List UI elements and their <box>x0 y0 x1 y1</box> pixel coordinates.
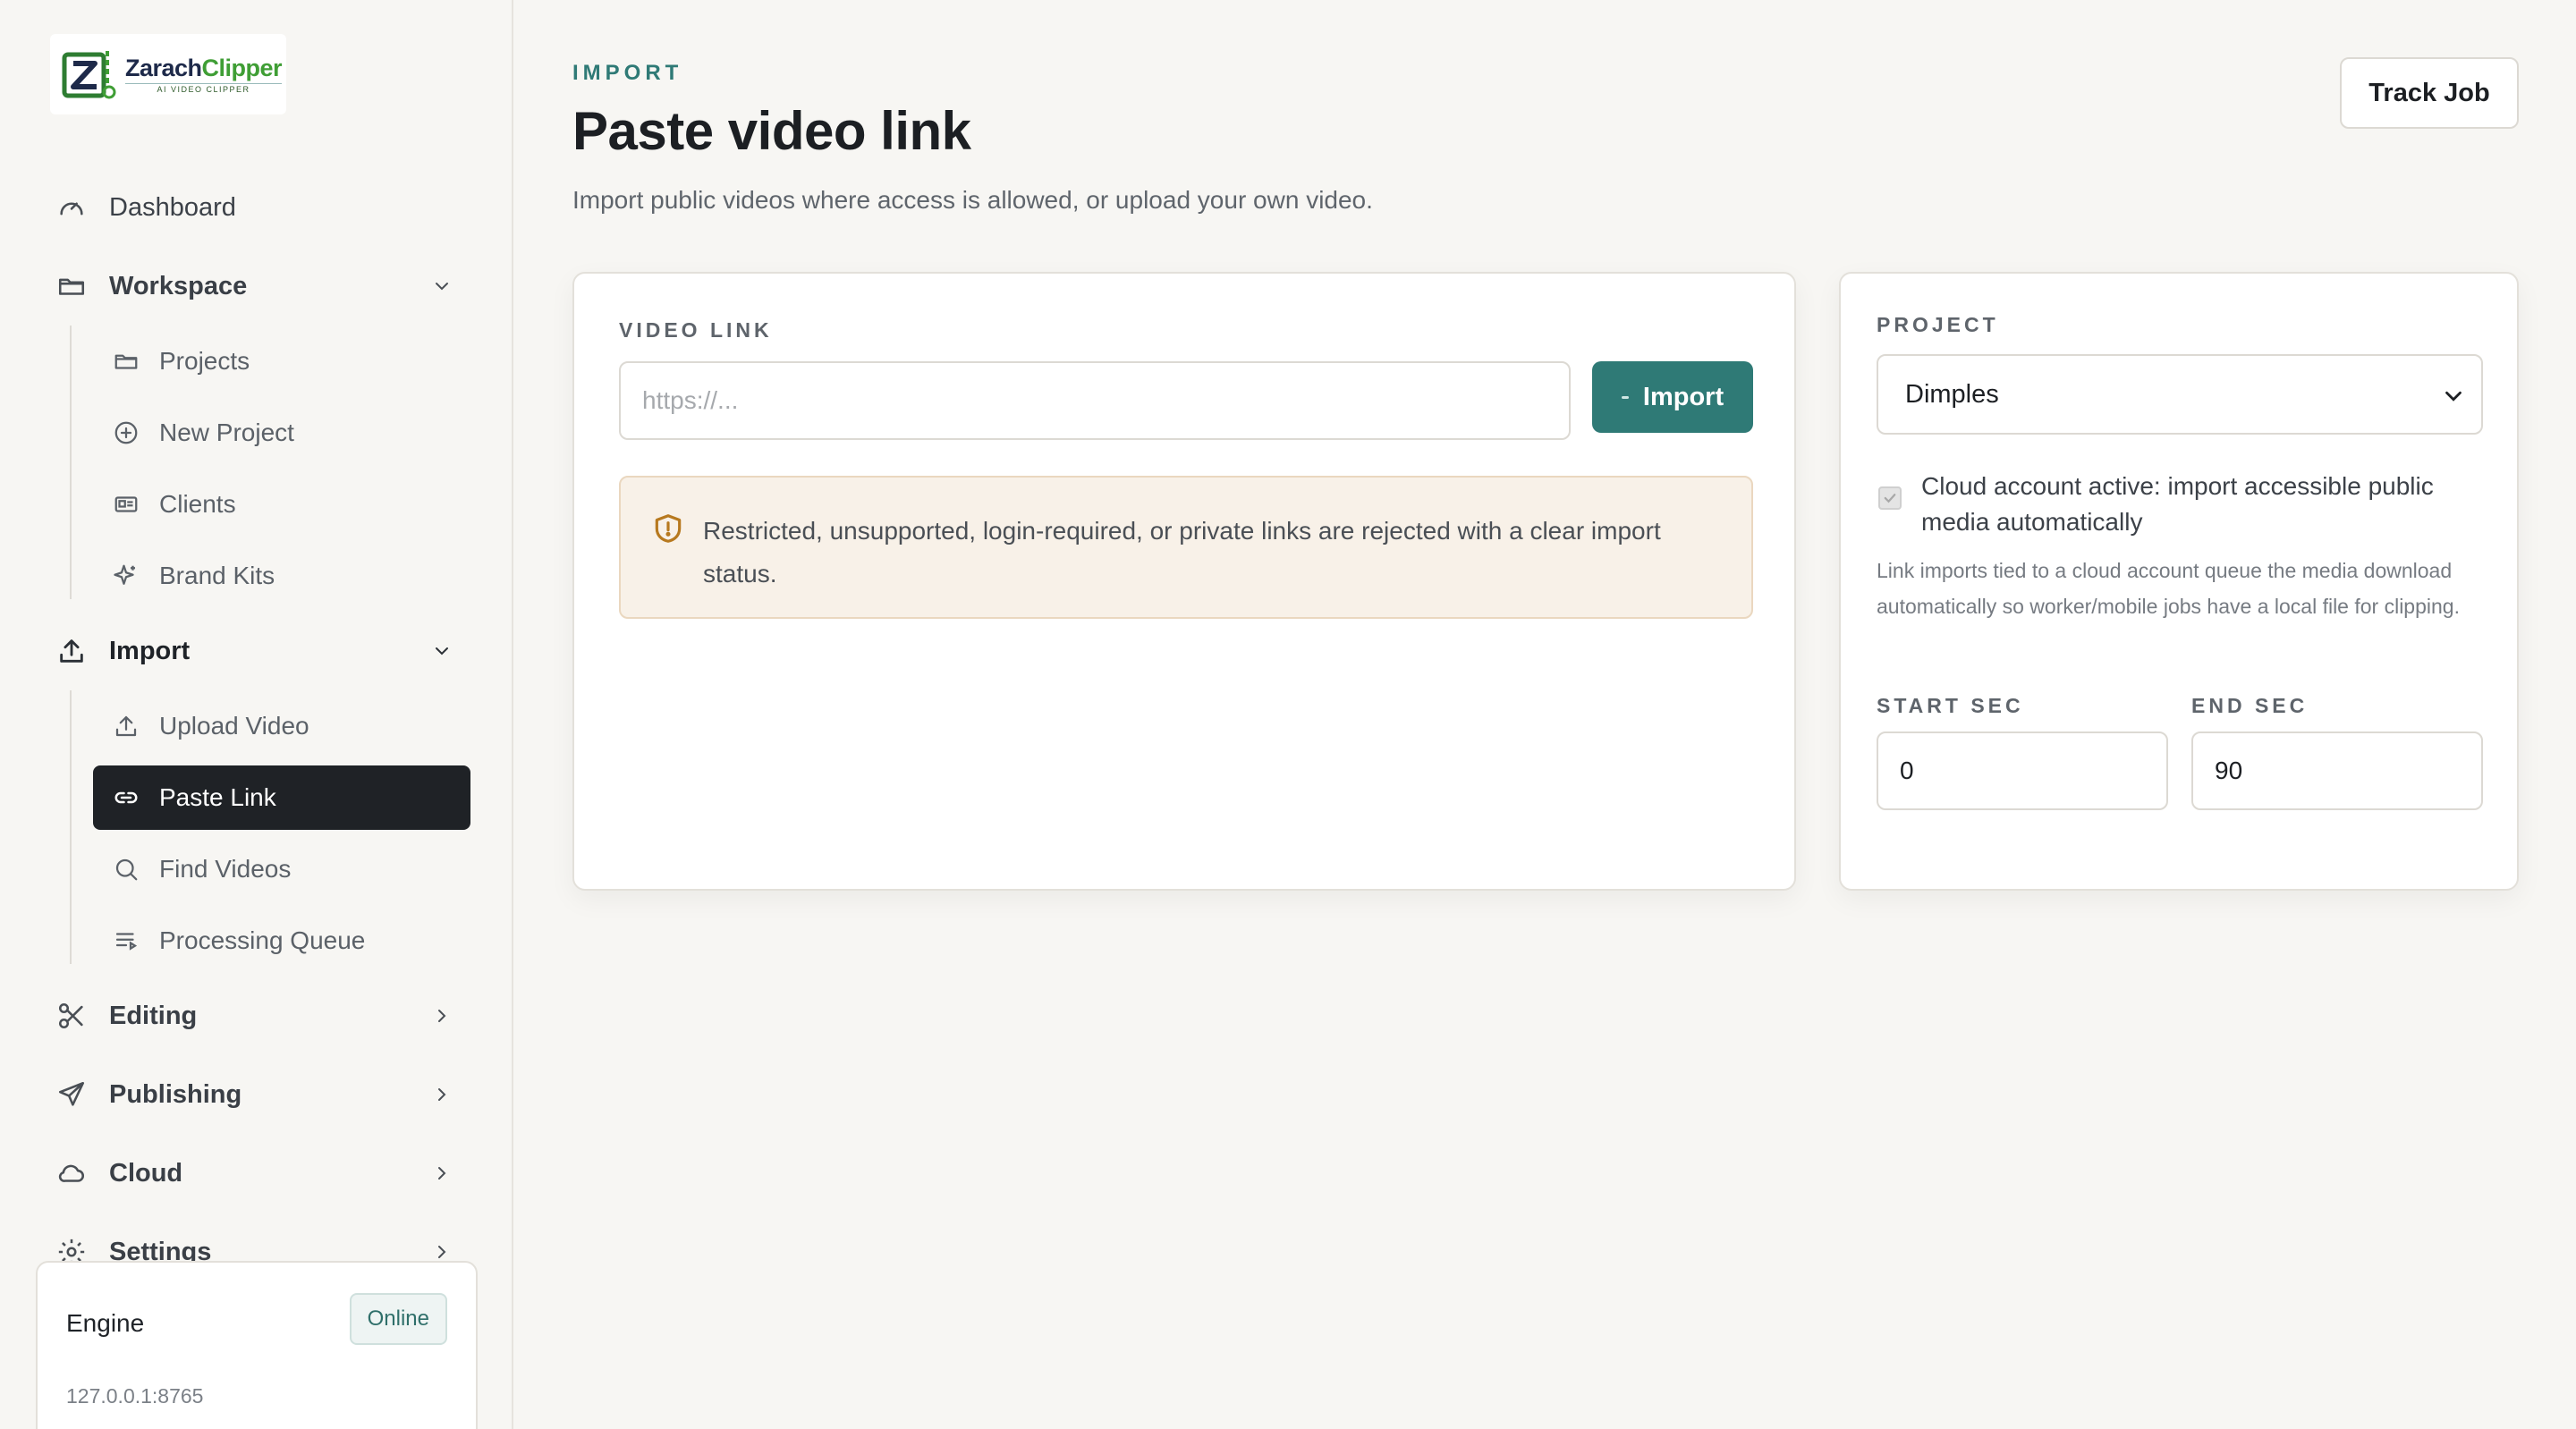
import-button[interactable]: Import <box>1592 361 1753 433</box>
video-link-label: VIDEO LINK <box>619 318 773 342</box>
chevron-down-icon <box>428 637 456 665</box>
id-card-icon <box>111 489 141 520</box>
sidebar-item-label: Dashboard <box>109 192 236 222</box>
import-options-card: PROJECT Dimples Cloud account active: im… <box>1839 272 2519 891</box>
search-icon <box>111 854 141 884</box>
sidebar-item-processing-queue[interactable]: Processing Queue <box>93 909 470 973</box>
brand-text: ZarachClipper AI VIDEO CLIPPER <box>125 55 283 94</box>
page-title: Paste video link <box>572 101 971 161</box>
chevron-down-icon <box>2445 391 2462 402</box>
brand-name: ZarachClipper <box>125 55 283 81</box>
sidebar-item-label: Clients <box>159 490 236 518</box>
restriction-notice-text: Restricted, unsupported, login-required,… <box>703 517 1661 588</box>
workspace-submenu-rail <box>70 326 72 599</box>
sidebar-item-find-videos[interactable]: Find Videos <box>93 837 470 901</box>
sidebar-item-label: Brand Kits <box>159 562 275 589</box>
import-indicator-icon <box>1621 395 1629 399</box>
chevron-right-icon <box>428 1159 456 1188</box>
sidebar-item-publishing[interactable]: Publishing <box>36 1062 474 1127</box>
sidebar-item-label: New Project <box>159 419 294 446</box>
check-icon <box>1884 494 1896 503</box>
sidebar-item-import[interactable]: Import <box>36 619 474 683</box>
link-icon <box>111 782 141 813</box>
plus-circle-icon <box>111 418 141 448</box>
project-select[interactable]: Dimples <box>1877 354 2483 435</box>
sidebar-item-label: Editing <box>109 1001 198 1030</box>
sidebar-item-label: Cloud <box>109 1158 183 1188</box>
sparkle-icon <box>111 561 141 591</box>
sidebar-item-brand-kits[interactable]: Brand Kits <box>93 544 470 608</box>
queue-list-icon <box>111 926 141 956</box>
cloud-import-label: Cloud account active: import accessible … <box>1921 472 2434 536</box>
sidebar-item-label: Find Videos <box>159 855 292 883</box>
sidebar-item-label: Upload Video <box>159 712 309 740</box>
track-job-button[interactable]: Track Job <box>2340 57 2519 129</box>
page-subtitle: Import public videos where access is all… <box>572 186 1373 214</box>
sidebar-item-new-project[interactable]: New Project <box>93 401 470 465</box>
sidebar-item-label: Import <box>109 636 191 665</box>
brand-name-part2: Clipper <box>201 55 283 81</box>
sidebar-item-clients[interactable]: Clients <box>93 472 470 537</box>
chevron-down-icon <box>428 272 456 300</box>
sidebar-item-label: Workspace <box>109 271 248 300</box>
cloud-import-checkbox[interactable] <box>1878 486 1902 510</box>
brand-logo[interactable]: ZarachClipper AI VIDEO CLIPPER <box>50 34 286 114</box>
start-sec-input[interactable] <box>1877 731 2168 810</box>
sidebar-item-label: Processing Queue <box>159 926 366 954</box>
sidebar-item-paste-link[interactable]: Paste Link <box>93 765 470 830</box>
upload-icon <box>54 633 89 669</box>
folder-icon <box>54 268 89 304</box>
brand-tagline: AI VIDEO CLIPPER <box>125 83 283 94</box>
send-icon <box>54 1077 89 1112</box>
brand-name-part1: Zarach <box>125 55 202 81</box>
engine-status-badge: Online <box>349 1293 447 1345</box>
shield-alert-icon <box>655 514 682 543</box>
sidebar-item-label: Paste Link <box>159 783 276 811</box>
sidebar: ZarachClipper AI VIDEO CLIPPER Dashboard… <box>0 0 513 1429</box>
sidebar-item-workspace[interactable]: Workspace <box>36 254 474 318</box>
cloud-icon <box>54 1155 89 1191</box>
project-label: PROJECT <box>1877 313 1999 336</box>
end-sec-input[interactable] <box>2191 731 2483 810</box>
sidebar-item-dashboard[interactable]: Dashboard <box>36 175 474 240</box>
cloud-import-help: Link imports tied to a cloud account que… <box>1877 559 2460 618</box>
import-submenu-rail <box>70 690 72 964</box>
import-button-label: Import <box>1642 382 1724 411</box>
folder-icon <box>111 346 141 376</box>
start-sec-label: START SEC <box>1877 694 2024 717</box>
chevron-right-icon <box>428 1002 456 1030</box>
video-link-card: VIDEO LINK Import Restricted, unsupporte… <box>572 272 1796 891</box>
sidebar-item-projects[interactable]: Projects <box>93 329 470 393</box>
project-select-value: Dimples <box>1905 379 1999 409</box>
chevron-right-icon <box>428 1080 456 1109</box>
gauge-icon <box>54 190 89 225</box>
video-link-input[interactable] <box>619 361 1571 440</box>
sidebar-item-cloud[interactable]: Cloud <box>36 1141 474 1205</box>
sidebar-item-upload-video[interactable]: Upload Video <box>93 694 470 758</box>
restriction-notice: Restricted, unsupported, login-required,… <box>619 476 1753 619</box>
upload-icon <box>111 711 141 741</box>
sidebar-item-editing[interactable]: Editing <box>36 984 474 1048</box>
sidebar-item-label: Projects <box>159 347 250 375</box>
engine-address: 127.0.0.1:8765 <box>66 1384 204 1408</box>
end-sec-label: END SEC <box>2191 694 2309 717</box>
sidebar-item-label: Publishing <box>109 1079 242 1109</box>
engine-status-card: Engine Online 127.0.0.1:8765 <box>36 1261 478 1429</box>
logo-mark-icon <box>62 51 116 99</box>
page-eyebrow: IMPORT <box>572 61 683 85</box>
engine-title: Engine <box>66 1309 145 1337</box>
scissors-icon <box>54 998 89 1034</box>
